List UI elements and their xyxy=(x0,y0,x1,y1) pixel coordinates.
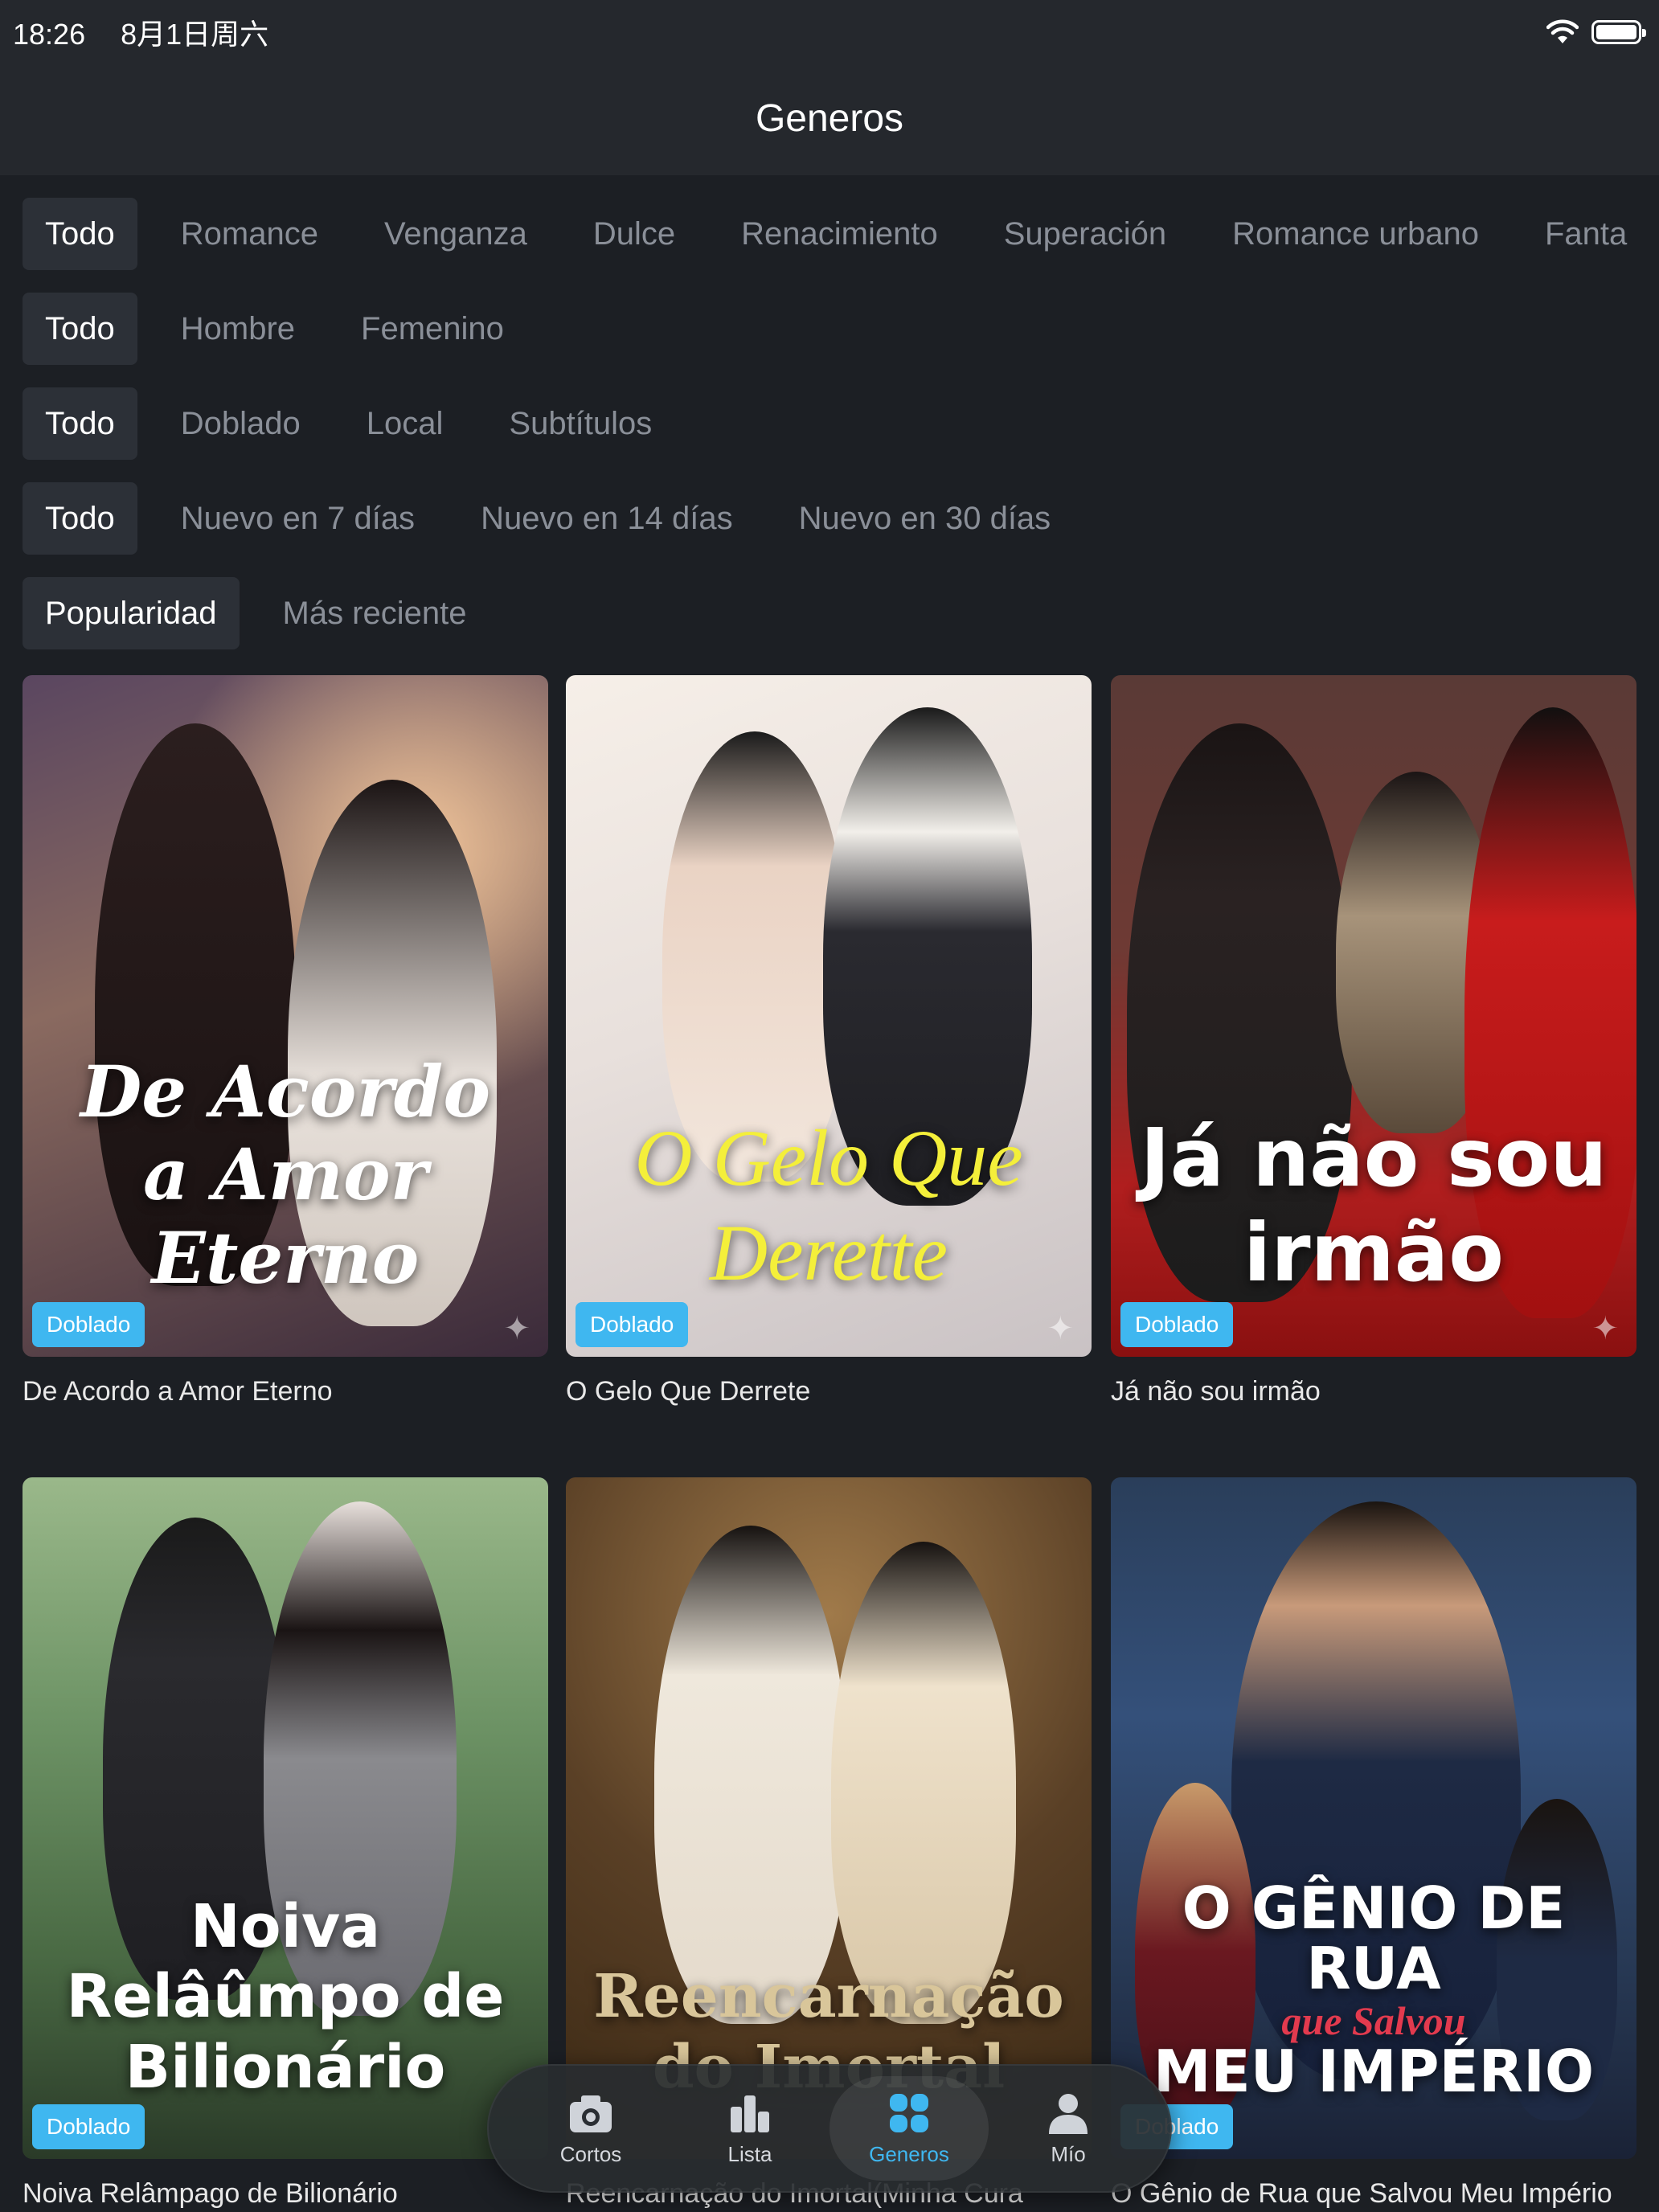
sparkle-icon: ✦ xyxy=(1047,1311,1074,1346)
status-date: 8月1日周六 xyxy=(121,18,269,51)
poster-title: Já não sou irmão xyxy=(1140,1111,1608,1300)
drama-poster[interactable]: O Gelo Que Derette Doblado ✦ xyxy=(566,675,1092,1357)
filter-genre-romance[interactable]: Romance xyxy=(158,198,341,270)
dubbed-badge: Doblado xyxy=(1120,1302,1234,1347)
filter-audience-hombre[interactable]: Hombre xyxy=(158,293,317,365)
filter-recency-todo[interactable]: Todo xyxy=(23,482,137,555)
filter-genre-superacion[interactable]: Superación xyxy=(981,198,1189,270)
sort-popularidad[interactable]: Popularidad xyxy=(23,577,240,649)
filter-recency-30-days[interactable]: Nuevo en 30 días xyxy=(776,482,1074,555)
drama-poster[interactable]: Reencarnação do Imortal xyxy=(566,1477,1092,2159)
filter-genre-dulce[interactable]: Dulce xyxy=(571,198,698,270)
status-time: 18:26 xyxy=(13,18,86,51)
camera-icon xyxy=(570,2095,612,2132)
filter-genre-romance-urbano[interactable]: Romance urbano xyxy=(1210,198,1501,270)
poster-figure xyxy=(654,1526,847,2024)
drama-title[interactable]: O Gelo Que Derrete xyxy=(566,1376,1092,1407)
drama-card[interactable]: Já não sou irmão Doblado ✦ Já não sou ir… xyxy=(1111,675,1636,1407)
filter-language-todo[interactable]: Todo xyxy=(23,387,137,460)
battery-icon xyxy=(1591,20,1646,44)
filter-audience-todo[interactable]: Todo xyxy=(23,293,137,365)
drama-poster[interactable]: Noiva Relâûmpo de Bilionário Doblado xyxy=(23,1477,548,2159)
filter-genre-venganza[interactable]: Venganza xyxy=(362,198,550,270)
filter-row-sort: Popularidad Más reciente xyxy=(23,577,510,649)
tab-mio[interactable]: Mío xyxy=(989,2076,1148,2181)
drama-card[interactable]: O Gelo Que Derette Doblado ✦ O Gelo Que … xyxy=(566,675,1092,1407)
poster-figure xyxy=(831,1542,1016,2024)
poster-title-end: MEU IMPÉRIO xyxy=(1153,2038,1595,2106)
poster-title: O Gelo Que Derette xyxy=(634,1113,1023,1297)
filter-language-subtitulos[interactable]: Subtítulos xyxy=(486,387,674,460)
dubbed-badge: Doblado xyxy=(32,2104,145,2149)
filter-language-doblado[interactable]: Doblado xyxy=(158,387,323,460)
tab-lista[interactable]: Lista xyxy=(670,2076,830,2181)
sparkle-icon: ✦ xyxy=(503,1311,530,1346)
poster-title-sub: que Salvou xyxy=(1281,1997,1466,2043)
status-bar: 18:26 8月1日周六 xyxy=(0,0,1659,64)
sort-mas-reciente[interactable]: Más reciente xyxy=(260,577,490,649)
status-right xyxy=(1546,19,1646,45)
status-left: 18:26 8月1日周六 xyxy=(13,11,296,53)
filter-audience-femenino[interactable]: Femenino xyxy=(338,293,526,365)
drama-title[interactable]: O Gênio de Rua que Salvou Meu Império xyxy=(1111,2178,1636,2210)
drama-title[interactable]: De Acordo a Amor Eterno xyxy=(23,1376,548,1407)
bottom-tab-bar: Cortos Lista Generos Mío xyxy=(487,2064,1172,2193)
poster-title: O GÊNIO DE RUA que Salvou MEU IMPÉRIO xyxy=(1111,1878,1636,2103)
filter-row-recency: Todo Nuevo en 7 días Nuevo en 14 días Nu… xyxy=(23,482,1094,555)
dubbed-badge: Doblado xyxy=(32,1302,145,1347)
dubbed-badge: Doblado xyxy=(576,1302,689,1347)
filter-language-local[interactable]: Local xyxy=(344,387,466,460)
filter-recency-7-days[interactable]: Nuevo en 7 días xyxy=(158,482,437,555)
drama-title[interactable]: Noiva Relâmpago de Bilionário xyxy=(23,2178,548,2210)
filter-genre-todo[interactable]: Todo xyxy=(23,198,137,270)
poster-title-main: O GÊNIO DE RUA xyxy=(1182,1874,1566,2003)
poster-title: Noiva Relâûmpo de Bilionário xyxy=(66,1892,505,2102)
list-icon xyxy=(731,2095,769,2132)
tab-label: Cortos xyxy=(559,2141,622,2166)
drama-poster[interactable]: De Acordo a Amor Eterno Doblado ✦ xyxy=(23,675,548,1357)
drama-poster[interactable]: O GÊNIO DE RUA que Salvou MEU IMPÉRIO Do… xyxy=(1111,1477,1636,2159)
drama-poster[interactable]: Já não sou irmão Doblado ✦ xyxy=(1111,675,1636,1357)
drama-card[interactable]: O GÊNIO DE RUA que Salvou MEU IMPÉRIO Do… xyxy=(1111,1477,1636,2210)
drama-card[interactable]: De Acordo a Amor Eterno Doblado ✦ De Aco… xyxy=(23,675,548,1407)
page-header: Generos xyxy=(0,64,1659,175)
poster-title: De Acordo a Amor Eterno xyxy=(80,1049,491,1301)
drama-title[interactable]: Já não sou irmão xyxy=(1111,1376,1636,1407)
filter-panel: Todo Romance Venganza Dulce Renacimiento… xyxy=(0,175,1659,657)
tab-generos[interactable]: Generos xyxy=(830,2076,989,2181)
drama-card[interactable]: Noiva Relâûmpo de Bilionário Doblado Noi… xyxy=(23,1477,548,2210)
tab-cortos[interactable]: Cortos xyxy=(511,2076,670,2181)
filter-genre-fanta[interactable]: Fanta xyxy=(1522,198,1649,270)
filter-genre-renacimiento[interactable]: Renacimiento xyxy=(719,198,961,270)
profile-icon xyxy=(1049,2093,1088,2134)
filter-row-audience: Todo Hombre Femenino xyxy=(23,293,547,365)
page-title: Generos xyxy=(755,96,904,140)
sparkle-icon: ✦ xyxy=(1591,1311,1619,1346)
filter-row-genre: Todo Romance Venganza Dulce Renacimiento… xyxy=(23,198,1659,270)
tab-label: Generos xyxy=(869,2141,949,2166)
tab-label: Lista xyxy=(727,2141,772,2166)
filter-row-language: Todo Doblado Local Subtítulos xyxy=(23,387,695,460)
grid-icon xyxy=(890,2093,928,2132)
tab-label: Mío xyxy=(1051,2141,1086,2166)
wifi-icon xyxy=(1546,19,1579,43)
filter-recency-14-days[interactable]: Nuevo en 14 días xyxy=(458,482,756,555)
